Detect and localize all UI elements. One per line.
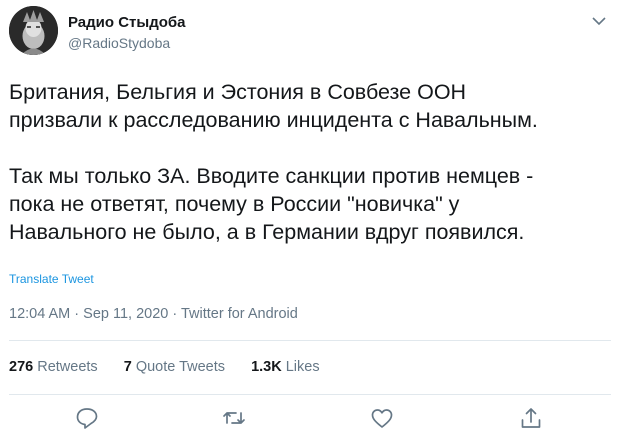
like-icon[interactable] [369,405,395,431]
action-bar [0,405,620,435]
avatar[interactable] [9,6,58,55]
author-name[interactable]: Радио Стыдоба [68,14,186,31]
retweets-count: 276 [9,359,34,375]
retweets-stat[interactable]: 276 Retweets [9,359,98,375]
quotes-label: Quote Tweets [135,359,226,375]
likes-count: 1.3K [251,359,282,375]
quotes-count: 7 [123,359,132,375]
tweet-paragraph: Так мы только ЗА. Вводите санкции против… [9,164,534,244]
tweet-text: Британия, Бельгия и Эстония в Совбезе ОО… [9,78,614,246]
quotes-stat[interactable]: 7 Quote Tweets [124,359,225,375]
chevron-down-icon[interactable] [591,14,607,28]
author-handle[interactable]: @RadioStydoba [68,35,170,51]
likes-stat[interactable]: 1.3K Likes [251,359,320,375]
retweet-icon[interactable] [221,405,247,431]
retweets-label: Retweets [37,359,98,375]
reply-icon[interactable] [74,405,100,431]
divider [9,340,611,341]
tweet-meta[interactable]: 12:04 AM · Sep 11, 2020 · Twitter for An… [9,306,298,322]
tweet-paragraph: Британия, Бельгия и Эстония в Совбезе ОО… [9,80,538,132]
divider [9,394,611,395]
likes-label: Likes [285,359,320,375]
translate-link[interactable]: Translate Tweet [9,272,94,286]
tweet-stats: 276 Retweets 7 Quote Tweets 1.3K Likes [9,359,342,375]
share-icon[interactable] [518,405,544,431]
